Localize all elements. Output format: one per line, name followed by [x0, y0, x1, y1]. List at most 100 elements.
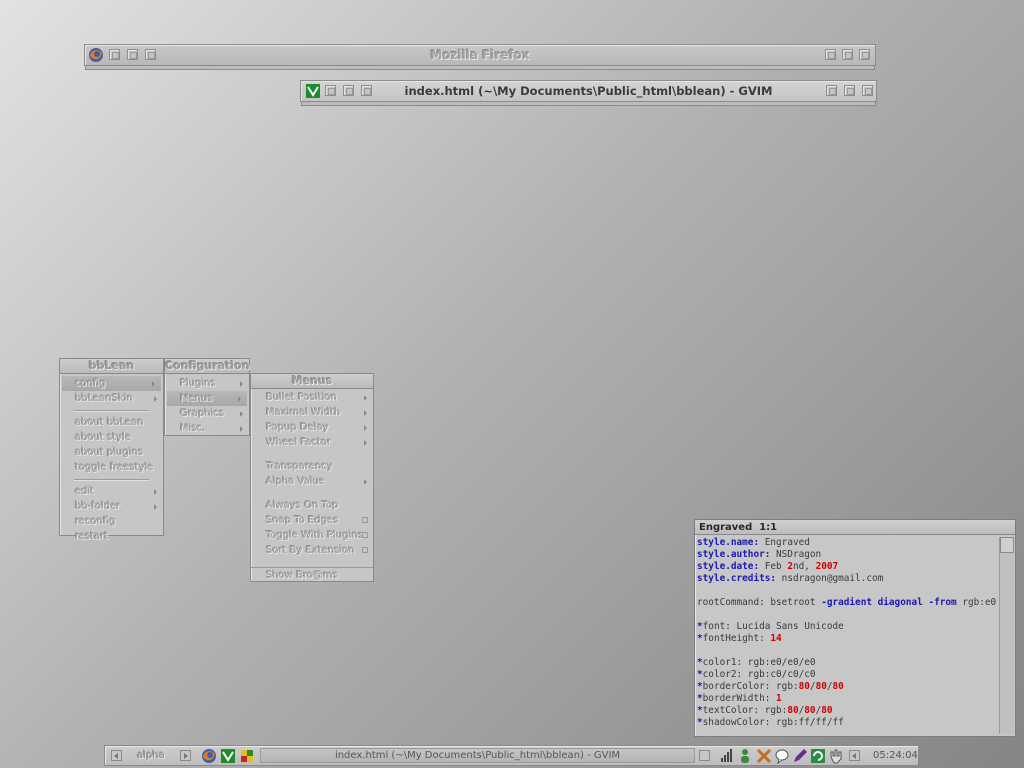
gvim-window-bar[interactable]: index.html (~\My Documents\Public_html\b…: [300, 80, 877, 106]
maximize-button[interactable]: [842, 49, 853, 60]
code-token: style.name:: [697, 537, 760, 548]
code-line: style.credits: nsdragon@gmail.com: [697, 573, 997, 585]
menu-item-about-bblean[interactable]: about bbLean: [60, 415, 163, 430]
window-handle[interactable]: [301, 102, 876, 106]
menu-item-label: config: [75, 378, 106, 389]
menus-submenu: Menus Bullet Position Maximal Width Popu…: [250, 373, 374, 582]
menu-item-about-style[interactable]: about style: [60, 430, 163, 445]
close-button[interactable]: [862, 85, 873, 96]
bblean-root-menu: bbLean config bbLeanSkin about bbLean ab…: [59, 358, 164, 542]
menu-item-maximal-width[interactable]: Maximal Width: [251, 405, 373, 420]
next-workspace-button[interactable]: [180, 750, 191, 761]
code-line: *shadowColor: rgb:ff/ff/ff: [697, 717, 997, 729]
menu-item-reconfig[interactable]: reconfig: [60, 514, 163, 529]
pen-icon[interactable]: [792, 748, 808, 764]
code-token: textColor: rgb:: [702, 705, 788, 716]
person-icon[interactable]: [737, 748, 753, 764]
menu-item-bb-folder[interactable]: bb-folder: [60, 499, 163, 514]
clock[interactable]: 05:24:04: [873, 750, 918, 761]
menu-item-label: Graphics: [180, 408, 225, 419]
vertical-scrollbar[interactable]: [999, 537, 1014, 734]
maximize-button[interactable]: [844, 85, 855, 96]
firefox-window-bar[interactable]: Mozilla Firefox: [84, 44, 876, 70]
code-line: *fontHeight: 14: [697, 633, 997, 645]
submenu-arrow-icon: [240, 426, 243, 432]
code-line: *color2: rgb:c0/c0/c0: [697, 669, 997, 681]
menu-item-bullet-position[interactable]: Bullet Position: [251, 390, 373, 405]
code-line: *textColor: rgb:80/80/80: [697, 705, 997, 717]
code-line: *font: Lucida Sans Unicode: [697, 621, 997, 633]
workspace-label[interactable]: alpha: [137, 750, 165, 761]
scrollbar-thumb[interactable]: [1000, 537, 1014, 553]
firefox-icon[interactable]: [201, 748, 217, 764]
checkbox-icon: [362, 517, 368, 523]
submenu-arrow-icon: [154, 489, 157, 495]
menu-item-about-plugins[interactable]: about plugins: [60, 445, 163, 460]
tools-icon[interactable]: [756, 748, 772, 764]
prev-window-button[interactable]: [849, 750, 860, 761]
code-token: nsdragon@gmail.com: [776, 573, 884, 584]
menu-item-show-broams[interactable]: Show Bro@ms: [251, 567, 373, 582]
code-line: rootCommand: bsetroot -gradient diagonal…: [697, 597, 997, 609]
tray-button[interactable]: [699, 750, 710, 761]
code-line: *color1: rgb:e0/e0/e0: [697, 657, 997, 669]
menu-item-label: edit: [75, 486, 95, 497]
submenu-arrow-icon: [152, 381, 155, 387]
task-button-gvim[interactable]: index.html (~\My Documents\Public_html\b…: [260, 748, 695, 763]
code-token: -gradient diagonal: [821, 597, 923, 608]
balloon-icon[interactable]: [774, 748, 790, 765]
menu-item-config[interactable]: config: [62, 376, 161, 391]
menu-item-snap-to-edges[interactable]: Snap To Edges: [251, 513, 373, 528]
menu-item-sort-by-extension[interactable]: Sort By Extension: [251, 543, 373, 558]
menu-title[interactable]: Menus: [251, 374, 373, 389]
submenu-arrow-icon: [364, 479, 367, 485]
minimize-button[interactable]: [825, 49, 836, 60]
menu-item-label: bb-folder: [75, 501, 121, 512]
submenu-arrow-icon: [364, 440, 367, 446]
menu-item-label: Maximal Width: [266, 407, 341, 418]
menu-item-label: Plugins: [180, 378, 216, 389]
menu-title[interactable]: Configuration: [165, 359, 250, 374]
colorful-app-icon[interactable]: [239, 748, 255, 764]
menu-item-toggle-with-plugins[interactable]: Toggle With Plugins: [251, 528, 373, 543]
menu-item-label: Wheel Factor: [266, 437, 332, 448]
bb-toolbar: alpha index.html (~\My Documents\Public_…: [104, 745, 919, 766]
window-handle[interactable]: [85, 66, 875, 70]
menu-item-menus[interactable]: Menus: [167, 391, 247, 406]
code-token: nd,: [792, 561, 816, 572]
prev-workspace-button[interactable]: [111, 750, 122, 761]
menu-item-transparency[interactable]: Transparency: [251, 459, 373, 474]
menu-item-label: Sort By Extension: [266, 545, 355, 556]
editor-text-area[interactable]: style.name: Engraved style.author: NSDrag…: [697, 537, 997, 734]
configuration-menu: Configuration Plugins Menus Graphics Mis…: [164, 358, 250, 436]
menu-item-plugins[interactable]: Plugins: [165, 376, 249, 391]
menu-title[interactable]: bbLean: [60, 359, 163, 374]
menu-item-restart[interactable]: restart: [60, 529, 163, 544]
hand-icon[interactable]: [828, 748, 844, 764]
menu-item-wheel-factor[interactable]: Wheel Factor: [251, 435, 373, 450]
refresh-icon[interactable]: [810, 748, 826, 764]
menu-item-popup-delay[interactable]: Popup Delay: [251, 420, 373, 435]
menu-item-label: restart: [75, 531, 109, 542]
menu-item-toggle-freestyle[interactable]: toggle freestyle: [60, 460, 163, 475]
menu-item-alpha-value[interactable]: Alpha Value: [251, 474, 373, 489]
menu-item-label: Toggle With Plugins: [266, 530, 364, 541]
menu-separator: [74, 410, 149, 411]
menu-item-edit[interactable]: edit: [60, 484, 163, 499]
menu-item-bbleanskin[interactable]: bbLeanSkin: [60, 391, 163, 406]
gvim-icon[interactable]: [220, 748, 236, 764]
signal-bars-icon[interactable]: [719, 748, 735, 764]
menu-item-always-on-top[interactable]: Always On Top: [251, 498, 373, 513]
code-token: rootCommand: bsetroot: [697, 597, 822, 608]
menu-item-misc[interactable]: Misc.: [165, 421, 249, 436]
editor-titlebar[interactable]: Engraved 1:1: [695, 520, 1015, 535]
submenu-arrow-icon: [364, 410, 367, 416]
code-token: font: Lucida Sans Unicode: [702, 621, 844, 632]
close-button[interactable]: [859, 49, 870, 60]
cursor-position: 1:1: [759, 522, 778, 533]
code-token: Feb: [759, 561, 788, 572]
menu-item-graphics[interactable]: Graphics: [165, 406, 249, 421]
minimize-button[interactable]: [826, 85, 837, 96]
submenu-arrow-icon: [364, 395, 367, 401]
